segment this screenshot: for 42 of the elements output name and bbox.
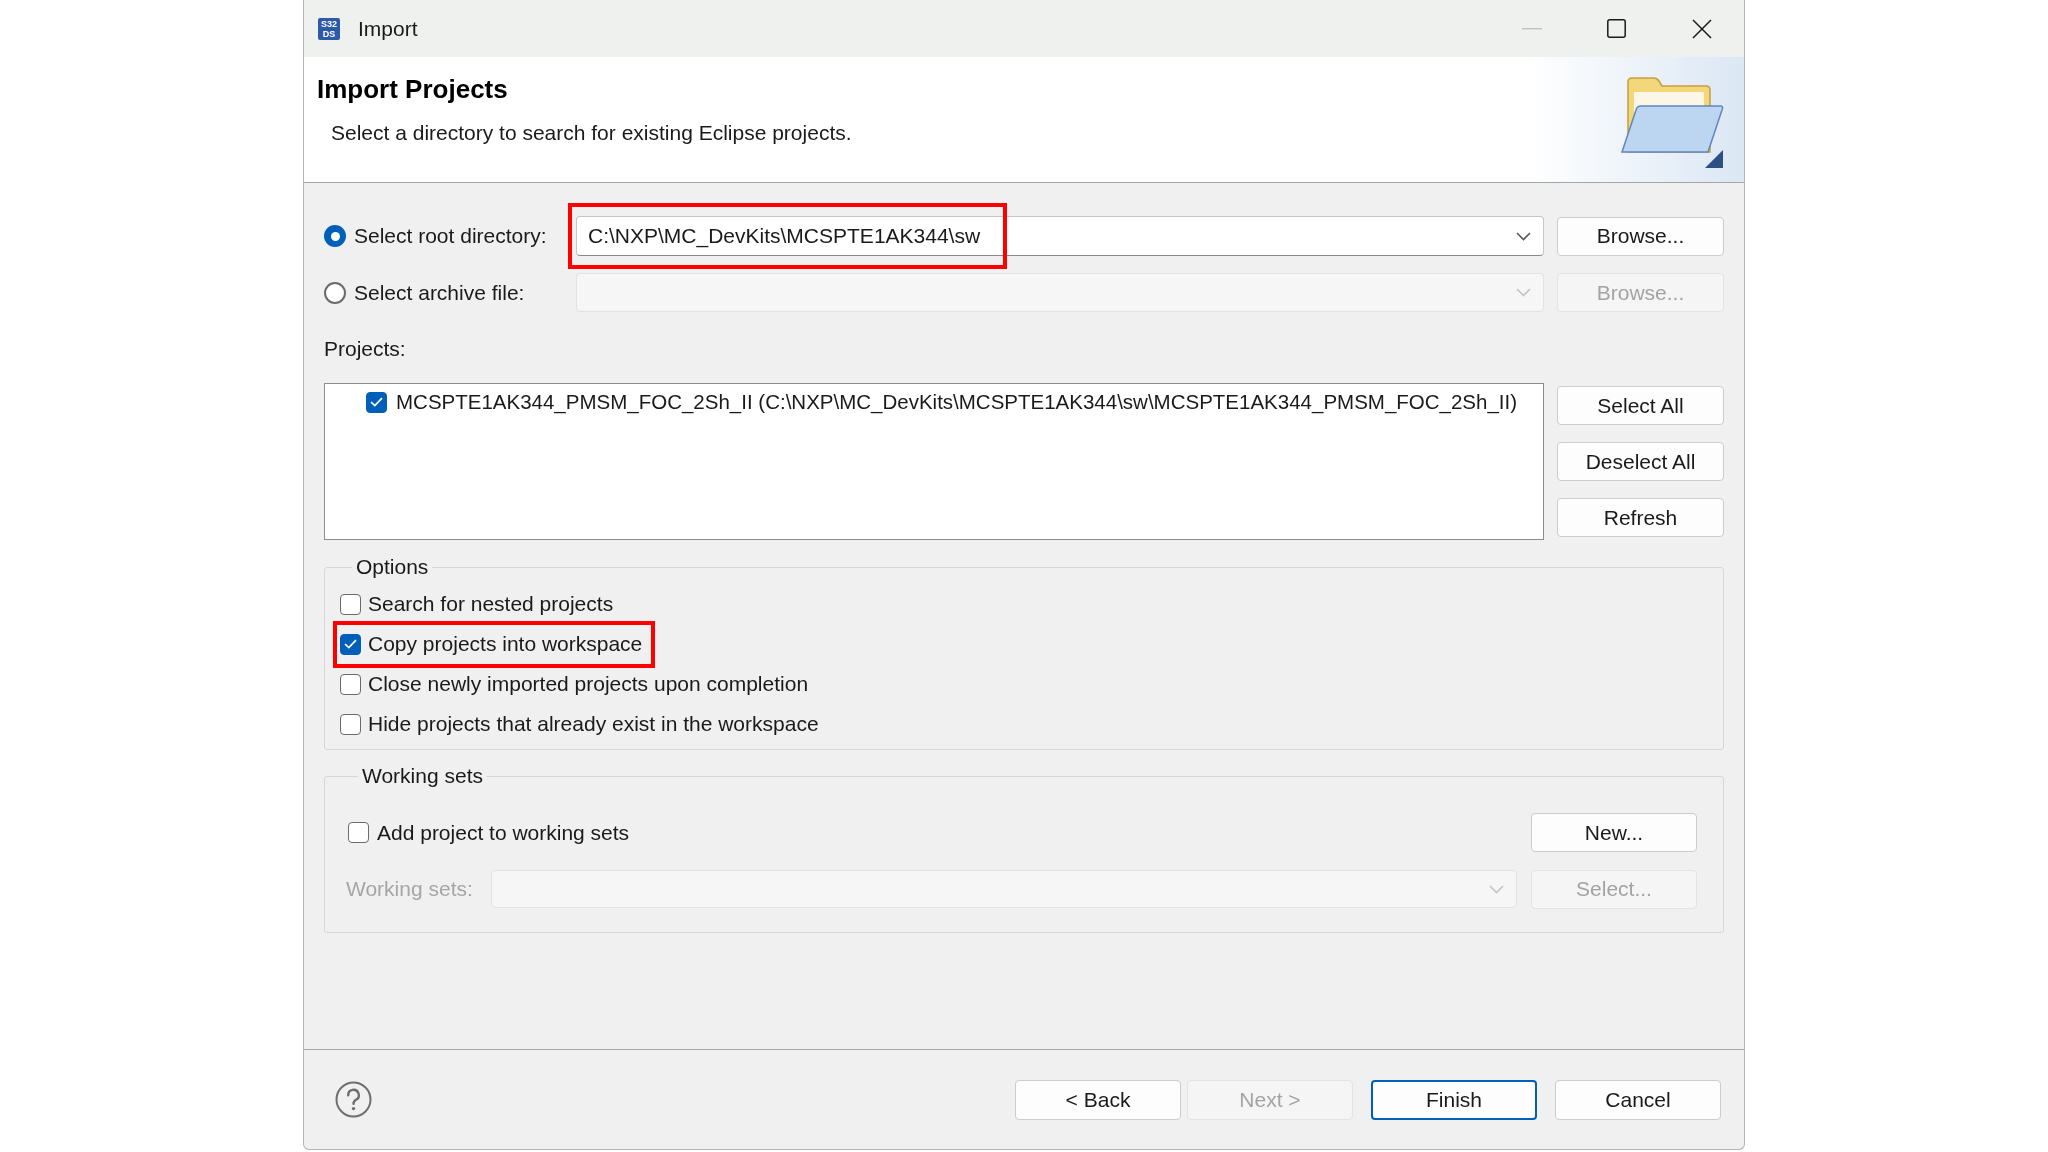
radio-label: Select archive file: (354, 279, 525, 306)
radio-button[interactable] (324, 225, 346, 247)
checkbox[interactable] (366, 391, 387, 413)
chevron-down-icon (1489, 884, 1504, 894)
app-logo: S32 DS (318, 17, 340, 40)
checkmark-icon (344, 639, 357, 649)
help-icon[interactable] (335, 1081, 372, 1118)
directory-combo[interactable]: C:\NXP\MC_DevKits\MCSPTE1AK344\sw (576, 216, 1544, 256)
group-title: Working sets (361, 764, 484, 788)
new-button[interactable]: New... (1531, 813, 1697, 852)
page-description: Select a directory to search for existing Eclipse projects. (331, 121, 852, 145)
maximize-icon (1607, 19, 1626, 38)
cancel-button[interactable]: Cancel (1555, 1079, 1721, 1120)
chevron-down-icon (1516, 231, 1531, 241)
group-title: Options (355, 555, 430, 579)
page-title: Import Projects (317, 75, 509, 103)
section-label: Projects: (324, 337, 407, 361)
checkmark-icon (370, 397, 383, 407)
folder-icon (1620, 76, 1724, 170)
checkbox[interactable] (348, 822, 369, 843)
select-all-button[interactable]: Select All (1557, 386, 1724, 425)
chevron-down-icon (1516, 288, 1531, 297)
browse-button[interactable]: Browse... (1557, 216, 1724, 256)
refresh-button[interactable]: Refresh (1557, 498, 1724, 537)
checkbox[interactable] (340, 633, 361, 655)
deselect-all-button[interactable]: Deselect All (1557, 442, 1724, 481)
back-button[interactable]: < Back (1015, 1079, 1181, 1120)
option-label: Copy projects into workspace (368, 631, 643, 658)
checkbox[interactable] (340, 593, 361, 615)
option-label: Hide projects that already exist in the workspace (368, 711, 819, 738)
minimize-icon (1521, 27, 1542, 30)
project-item[interactable]: MCSPTE1AK344_PMSM_FOC_2Sh_II (C:\NXP\MC_DevKits\MCSPTE1AK344\sw\MCSPTE1AK344_PMSM_FOC_2Sh_II) (396, 386, 1518, 418)
finish-button[interactable]: Finish (1371, 1079, 1537, 1120)
option-label: Add project to working sets (377, 819, 630, 846)
window-title: Import (358, 15, 418, 42)
checkbox[interactable] (340, 713, 361, 735)
field-label: Working sets: (346, 876, 474, 903)
option-label: Close newly imported projects upon completion (368, 671, 809, 698)
radio-label: Select root directory: (354, 223, 547, 250)
checkbox[interactable] (340, 673, 361, 695)
option-label: Search for nested projects (368, 591, 614, 618)
close-icon (1691, 18, 1712, 39)
